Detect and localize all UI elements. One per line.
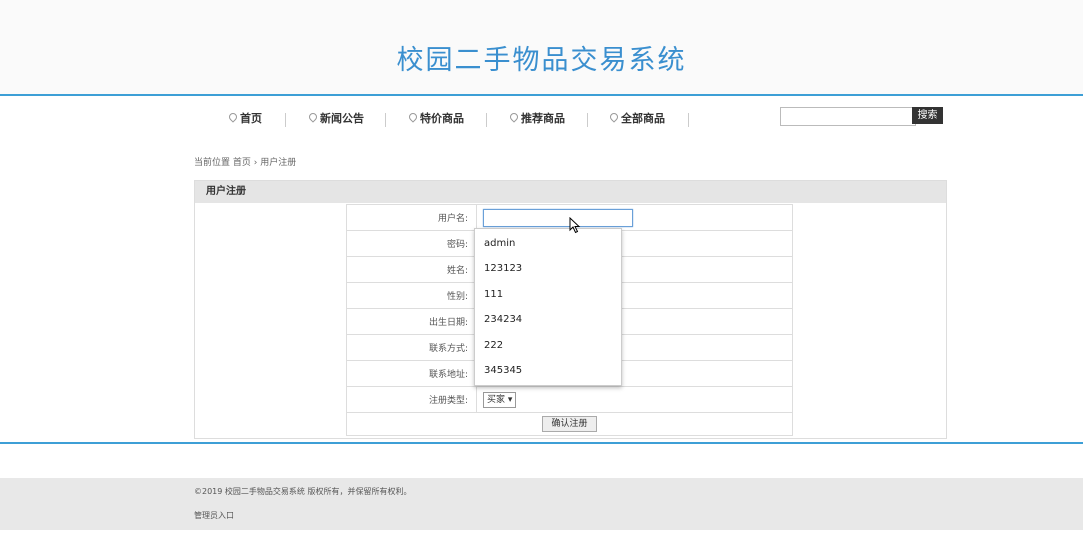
nav-item-recommended[interactable]: 推荐商品 xyxy=(508,105,565,133)
nav-separator xyxy=(285,113,286,127)
breadcrumb-prefix: 当前位置 xyxy=(194,158,231,168)
field-label: 联系地址: xyxy=(346,360,477,387)
nav-item-special[interactable]: 特价商品 xyxy=(407,105,464,133)
nav-item-label: 首页 xyxy=(240,112,262,125)
field-label: 出生日期: xyxy=(346,308,477,335)
location-pin-icon xyxy=(307,111,319,123)
field-cell xyxy=(476,204,793,231)
nav-separator xyxy=(688,113,689,127)
submit-cell: 确认注册 xyxy=(346,412,793,436)
nav-item-all-products[interactable]: 全部商品 xyxy=(608,105,665,133)
content-divider xyxy=(0,442,1083,444)
nav-separator xyxy=(385,113,386,127)
form-row-submit: 确认注册 xyxy=(346,412,793,436)
nav-item-label: 新闻公告 xyxy=(320,112,364,125)
nav-separator xyxy=(486,113,487,127)
autocomplete-item[interactable]: 234234 xyxy=(475,307,621,332)
dropdown-arrow-icon: ▾ xyxy=(507,394,513,405)
register-type-select[interactable]: 买家 ▾ xyxy=(483,391,517,408)
header-divider xyxy=(0,94,1083,96)
field-label: 用户名: xyxy=(346,204,477,231)
search-button[interactable]: 搜索 xyxy=(912,107,943,124)
autocomplete-item[interactable]: 222 xyxy=(475,333,621,358)
autocomplete-item[interactable]: 111 xyxy=(475,282,621,307)
field-label: 注册类型: xyxy=(346,386,477,413)
search-input[interactable] xyxy=(780,107,916,126)
nav-item-label: 全部商品 xyxy=(621,112,665,125)
field-label: 联系方式: xyxy=(346,334,477,361)
breadcrumb-separator: › xyxy=(253,158,258,168)
confirm-register-button[interactable]: 确认注册 xyxy=(542,416,597,432)
breadcrumb-current: 用户注册 xyxy=(260,158,297,168)
admin-entry-link[interactable]: 管理员入口 xyxy=(194,510,234,521)
location-pin-icon xyxy=(508,111,520,123)
site-footer xyxy=(0,478,1083,530)
register-type-selected: 买家 xyxy=(487,394,506,405)
username-input[interactable] xyxy=(483,208,633,227)
location-pin-icon xyxy=(608,111,620,123)
field-label: 密码: xyxy=(346,230,477,257)
footer-copyright: ©2019 校园二手物品交易系统 版权所有，并保留所有权利。 xyxy=(194,487,412,496)
breadcrumb: 当前位置 首页 › 用户注册 xyxy=(194,155,296,168)
autocomplete-item[interactable]: admin xyxy=(475,231,621,256)
autocomplete-item[interactable]: 345345 xyxy=(475,358,621,383)
breadcrumb-home[interactable]: 首页 xyxy=(233,158,251,168)
mouse-cursor-icon xyxy=(569,217,581,234)
nav-item-news[interactable]: 新闻公告 xyxy=(307,105,364,133)
field-label: 姓名: xyxy=(346,256,477,283)
location-pin-icon xyxy=(227,111,239,123)
username-autocomplete-dropdown: admin 123123 111 234234 222 345345 xyxy=(474,228,622,387)
form-row-register-type: 注册类型: 买家 ▾ xyxy=(346,386,793,413)
field-label: 性别: xyxy=(346,282,477,309)
site-header: 校园二手物品交易系统 xyxy=(0,0,1083,94)
location-pin-icon xyxy=(407,111,419,123)
autocomplete-item[interactable]: 123123 xyxy=(475,256,621,281)
site-title: 校园二手物品交易系统 xyxy=(396,45,687,76)
nav-separator xyxy=(587,113,588,127)
nav-item-label: 推荐商品 xyxy=(521,112,565,125)
nav-item-label: 特价商品 xyxy=(420,112,464,125)
nav-item-home[interactable]: 首页 xyxy=(227,105,262,133)
panel-title: 用户注册 xyxy=(195,181,946,203)
field-cell: 买家 ▾ xyxy=(476,386,793,413)
